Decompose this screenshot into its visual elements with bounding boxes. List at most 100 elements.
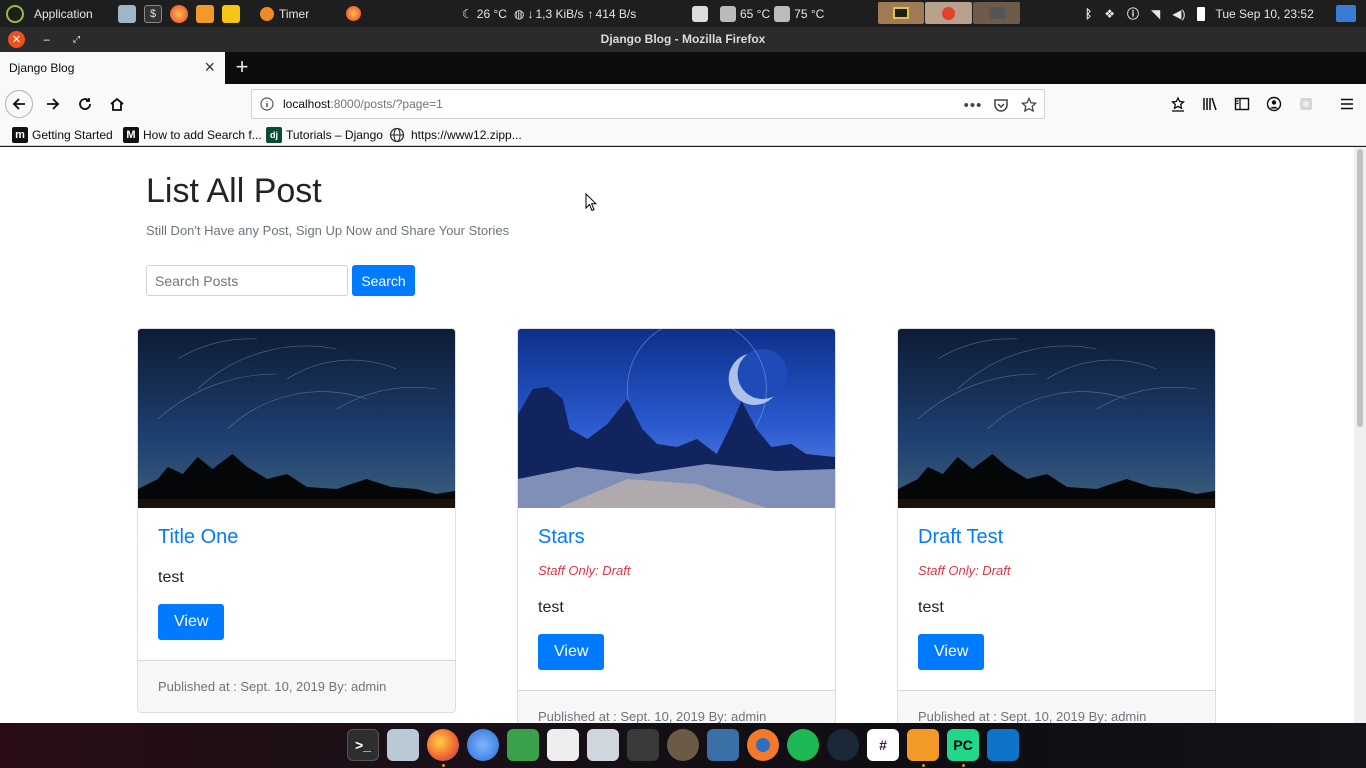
terminal-icon[interactable]: >_: [347, 729, 379, 761]
vscode-icon[interactable]: [987, 729, 1019, 761]
blender-icon[interactable]: [747, 729, 779, 761]
firefox-icon[interactable]: [427, 729, 459, 761]
spotify-icon[interactable]: [787, 729, 819, 761]
sidebar-button[interactable]: [1228, 90, 1256, 118]
view-post-button[interactable]: View: [918, 634, 985, 670]
temp2: 75 °C: [794, 6, 825, 21]
medium-logo-icon: M: [123, 127, 139, 143]
sidebar-icon: [1234, 97, 1250, 111]
wifi-icon[interactable]: ◥: [1151, 7, 1160, 21]
window-title: Django Blog - Mozilla Firefox: [600, 32, 766, 46]
slack-icon[interactable]: #: [867, 729, 899, 761]
page-scrollbar[interactable]: [1354, 147, 1366, 723]
view-post-button[interactable]: View: [538, 634, 605, 670]
home-button[interactable]: [103, 90, 131, 118]
timer-task[interactable]: Timer: [260, 0, 309, 27]
forward-arrow-icon: [47, 98, 60, 110]
quick-launchers: $: [118, 0, 240, 27]
page-actions-button[interactable]: •••: [962, 94, 984, 116]
thunderbird-icon[interactable]: [467, 729, 499, 761]
extension-icon: [1300, 98, 1312, 110]
upload-arrow-icon: ↑: [587, 6, 594, 21]
weather-widget[interactable]: ☾ 26 °C: [462, 0, 507, 27]
steam-icon[interactable]: [827, 729, 859, 761]
bluetooth-icon[interactable]: ᛒ: [1085, 7, 1092, 21]
inkscape-icon[interactable]: [627, 729, 659, 761]
menu-button[interactable]: [1333, 90, 1361, 118]
workspace-1[interactable]: [878, 2, 924, 24]
new-tab-button[interactable]: +: [229, 55, 255, 81]
post-title[interactable]: Title One: [158, 526, 435, 549]
battery-icon[interactable]: [1197, 6, 1206, 21]
home-icon: [110, 97, 124, 111]
volume-icon[interactable]: ◀): [1172, 7, 1185, 21]
workspace-3[interactable]: [973, 2, 1020, 24]
info-icon[interactable]: ⓘ: [1127, 5, 1139, 22]
pocket-button[interactable]: [990, 94, 1012, 116]
bookmark-star-button[interactable]: [1018, 94, 1040, 116]
dropbox-icon[interactable]: ❖: [1104, 7, 1115, 21]
reload-button[interactable]: [71, 90, 99, 118]
sublime-text-icon[interactable]: [907, 729, 939, 761]
search-input[interactable]: [146, 265, 348, 296]
post-title[interactable]: Draft Test: [918, 526, 1195, 549]
view-post-button[interactable]: View: [158, 604, 225, 640]
workspace-2[interactable]: [925, 2, 972, 24]
web-page: List All Post Still Don't Have any Post,…: [0, 147, 1354, 723]
post-title[interactable]: Stars: [538, 526, 815, 549]
gimp-icon[interactable]: [667, 729, 699, 761]
firefox-task[interactable]: [346, 0, 361, 27]
url-text[interactable]: localhost:8000/posts/?page=1: [283, 97, 443, 111]
tab-django-blog[interactable]: Django Blog ×: [0, 52, 225, 84]
bookmark-zipp[interactable]: https://www12.zipp...: [389, 126, 522, 144]
post-image-night-sky: [898, 329, 1215, 508]
show-desktop-button[interactable]: [1336, 0, 1356, 27]
color-picker-icon[interactable]: [707, 729, 739, 761]
site-info-icon[interactable]: [260, 97, 274, 111]
firefox-icon[interactable]: [170, 4, 188, 23]
post-card: Stars Staff Only: Draft test View Publis…: [517, 328, 836, 723]
sublime-icon[interactable]: [196, 4, 214, 23]
bookmark-search-tutorial[interactable]: M How to add Search f...: [123, 126, 262, 144]
net-down: 1,3 KiB/s: [535, 6, 584, 21]
tray-icons: ᛒ ❖ ⓘ ◥ ◀) Tue Sep 10, 23:52: [1085, 0, 1314, 27]
library-button[interactable]: [1196, 90, 1224, 118]
pycharm-icon[interactable]: PC: [947, 729, 979, 761]
account-icon: [1266, 96, 1282, 112]
post-footer: Published at : Sept. 10, 2019 By: admin: [518, 690, 835, 723]
moon-icon: ☾: [462, 6, 473, 21]
post-card-body: Draft Test Staff Only: Draft test View: [898, 508, 1215, 690]
notes-icon[interactable]: [222, 4, 240, 23]
bookmark-label: Getting Started: [32, 128, 113, 142]
bookmark-django-tutorials[interactable]: dj Tutorials – Django: [266, 126, 383, 144]
extension-button[interactable]: [1292, 90, 1320, 118]
clock[interactable]: Tue Sep 10, 23:52: [1215, 7, 1313, 21]
forward-button[interactable]: [39, 90, 67, 118]
window-thumb-icon: [988, 7, 1005, 19]
bookmark-label: How to add Search f...: [143, 128, 262, 142]
post-footer: Published at : Sept. 10, 2019 By: admin: [898, 690, 1215, 723]
reload-icon: [79, 98, 91, 110]
post-card: Title One test View Published at : Sept.…: [137, 328, 456, 713]
libreoffice-calc-icon[interactable]: [507, 729, 539, 761]
app-menu-label: Application: [34, 6, 93, 21]
package-installer-icon[interactable]: [587, 729, 619, 761]
bookmark-getting-started[interactable]: m Getting Started: [12, 126, 113, 144]
reading-list-button[interactable]: [1164, 90, 1192, 118]
firefox-thumb-icon: [942, 6, 955, 20]
file-manager-icon[interactable]: [118, 4, 136, 23]
network-monitor: ◍ ↓ 1,3 KiB/s ↑ 414 B/s: [514, 0, 636, 27]
file-manager-icon[interactable]: [387, 729, 419, 761]
account-button[interactable]: [1260, 90, 1288, 118]
search-button[interactable]: Search: [352, 265, 415, 296]
back-button[interactable]: [5, 90, 33, 118]
tab-close-icon[interactable]: ×: [204, 58, 215, 76]
tab-strip: Django Blog × +: [0, 52, 1366, 84]
terminal-icon[interactable]: $: [144, 4, 162, 23]
document-viewer-icon[interactable]: [547, 729, 579, 761]
post-footer: Published at : Sept. 10, 2019 By: admin: [138, 660, 455, 712]
scrollbar-thumb[interactable]: [1357, 149, 1363, 427]
app-menu-button[interactable]: Application: [6, 0, 93, 27]
address-bar[interactable]: localhost:8000/posts/?page=1 •••: [251, 89, 1045, 119]
running-indicator: [922, 764, 925, 767]
